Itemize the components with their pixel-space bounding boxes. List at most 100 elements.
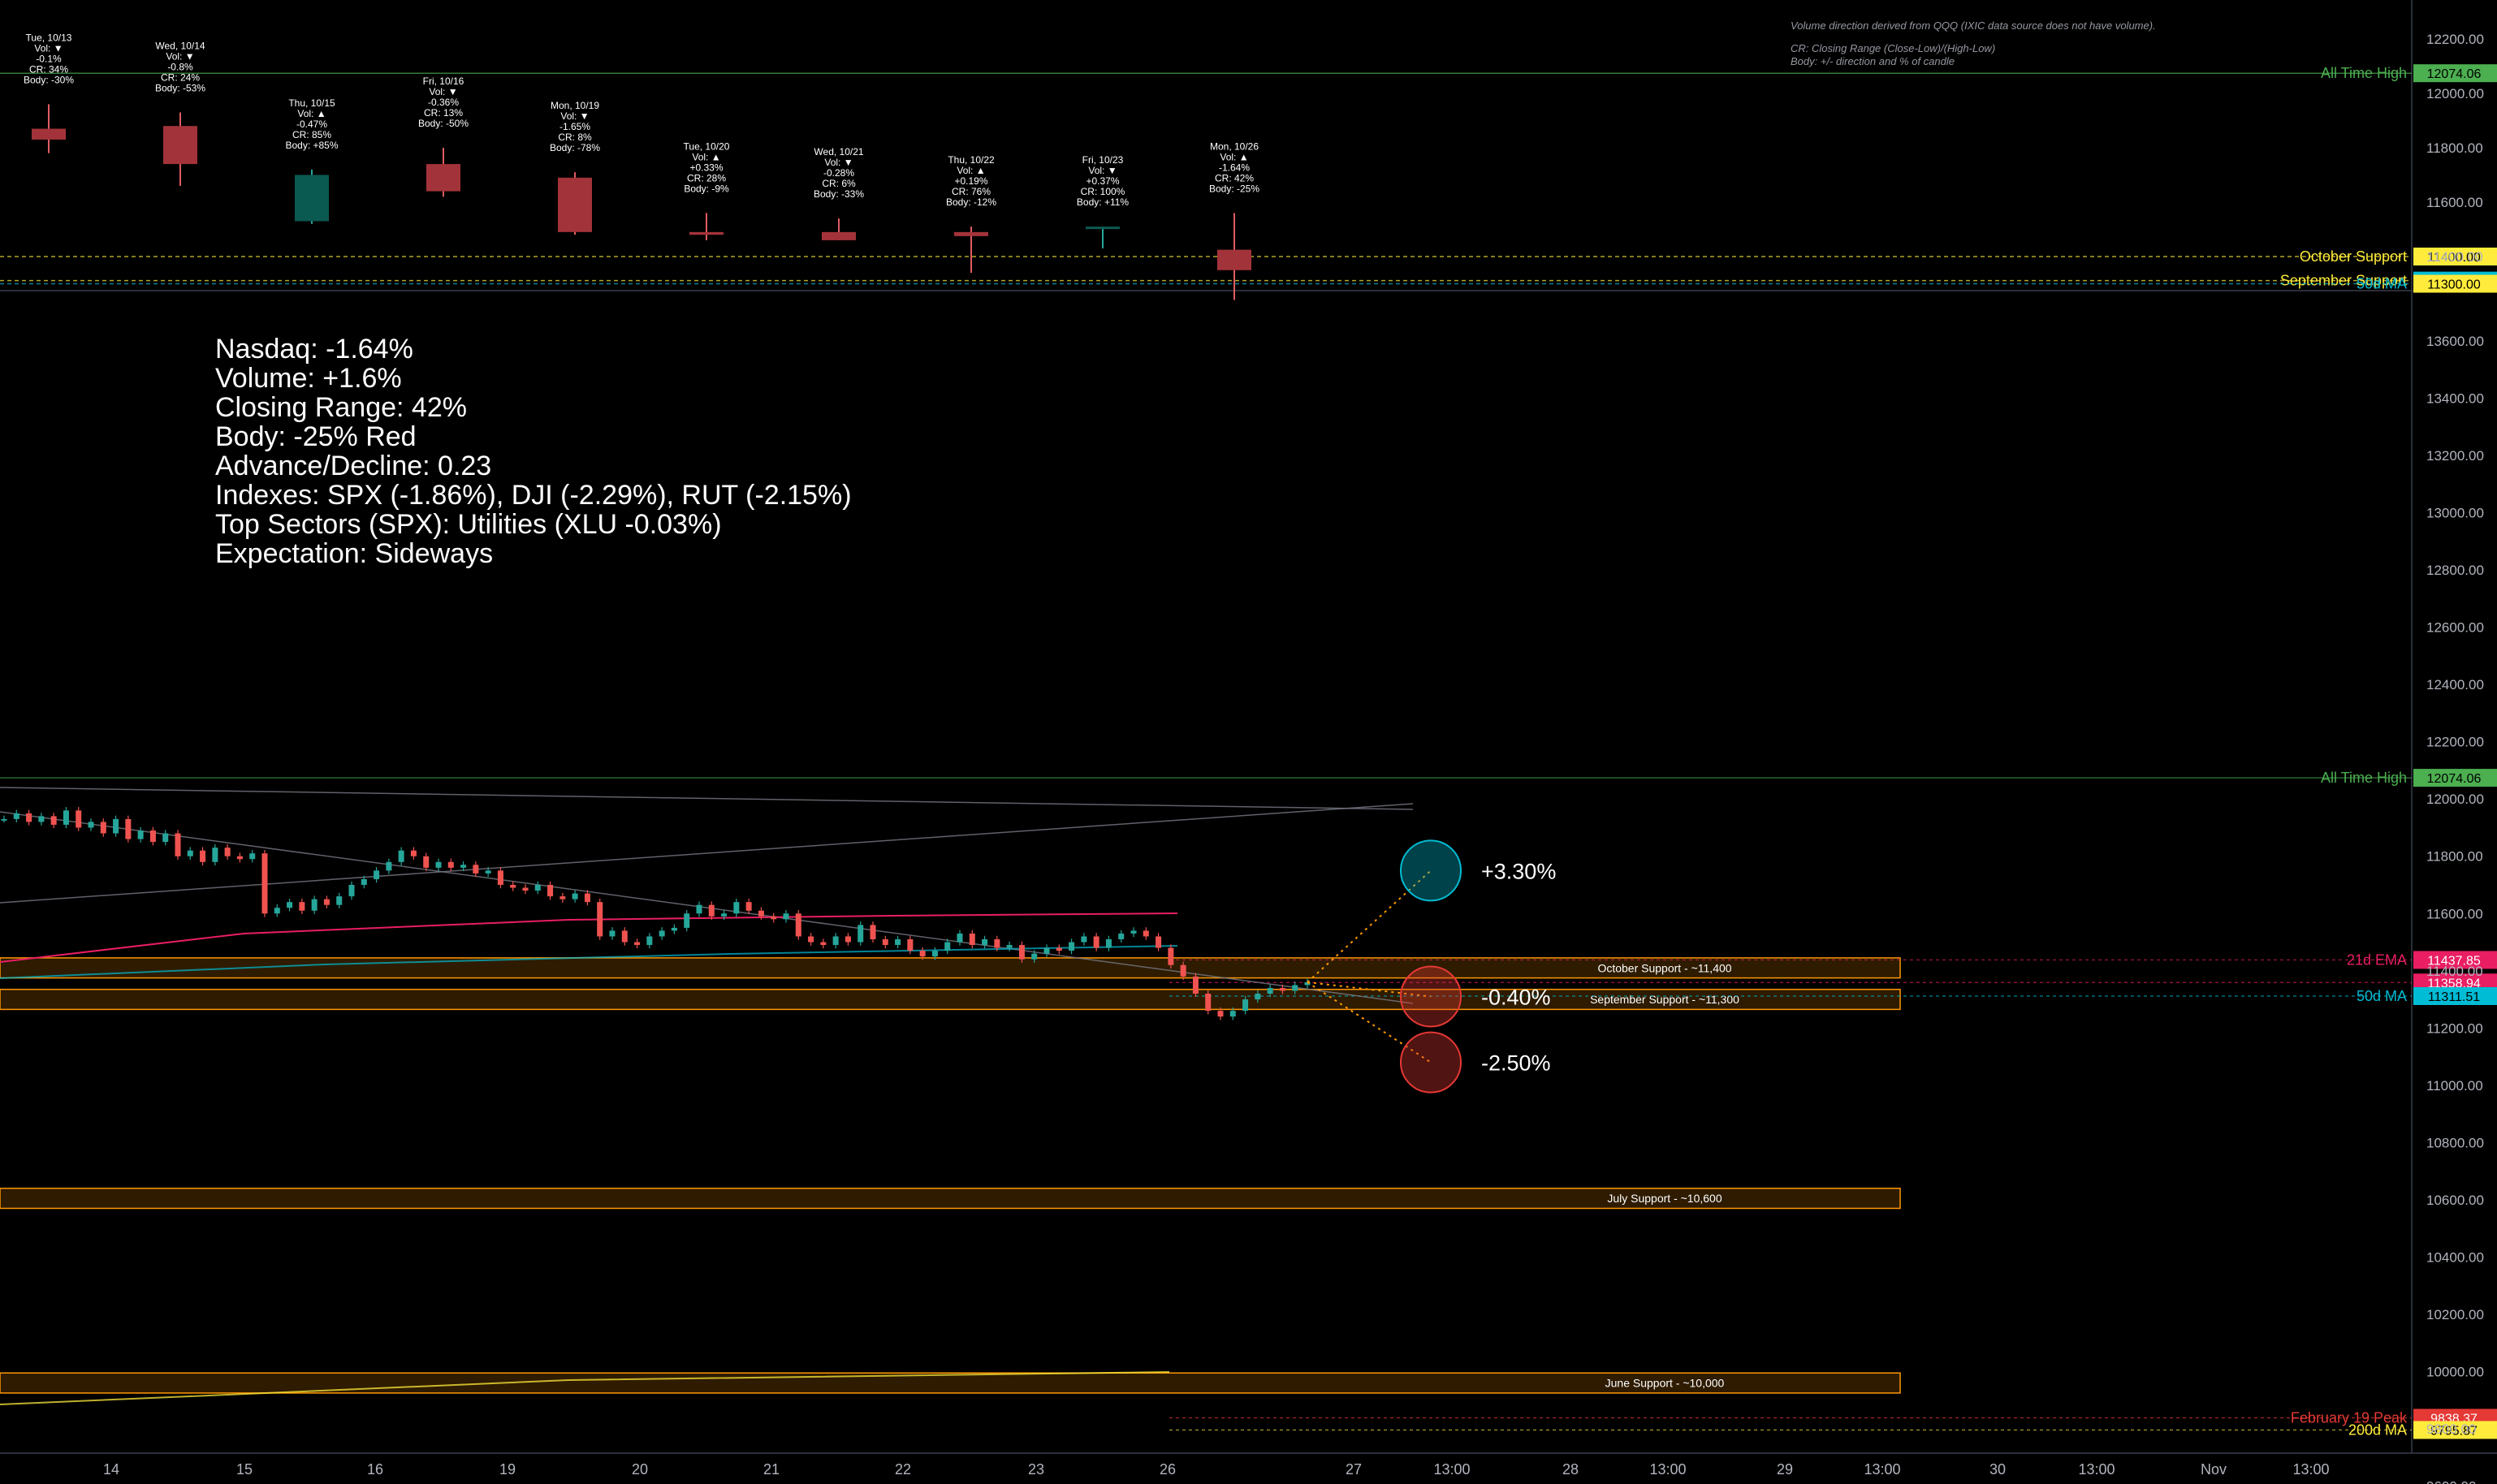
x-tick-label: 21: [763, 1461, 780, 1478]
intraday-candle: [1130, 930, 1137, 934]
candle-label: Thu, 10/22: [948, 154, 995, 166]
candle-label: Fri, 10/23: [1082, 154, 1124, 166]
intraday-candle: [547, 885, 554, 897]
intraday-candle: [621, 930, 628, 943]
level-label: 50d MA: [2357, 988, 2407, 1004]
x-tick-label: 29: [1777, 1461, 1793, 1478]
intraday-candle: [1081, 936, 1087, 943]
intraday-candle: [485, 870, 491, 874]
intraday-candle: [386, 861, 392, 871]
intraday-candle: [895, 939, 901, 946]
candle-label: Vol: ▼: [429, 86, 457, 97]
candle-label: +0.37%: [1086, 175, 1119, 187]
intraday-candle: [1043, 947, 1050, 954]
candle-label: Body: -50%: [418, 118, 469, 129]
y-tick-label: 12000.00: [2426, 792, 2484, 807]
intraday-candle: [907, 939, 914, 951]
intraday-candle: [609, 930, 616, 937]
candle-label: Fri, 10/16: [423, 75, 464, 87]
intraday-candle: [733, 902, 740, 914]
intraday-candle: [931, 951, 938, 957]
intraday-candle: [1118, 933, 1125, 939]
intraday-candle: [559, 896, 566, 899]
intraday-candle: [1056, 947, 1062, 951]
intraday-candle: [1279, 987, 1285, 991]
candle-label: Body: -12%: [946, 196, 996, 208]
candle-body: [558, 177, 592, 232]
intraday-candle: [1255, 994, 1261, 1000]
projection-target: [1400, 839, 1462, 902]
intraday-candle: [63, 810, 69, 825]
intraday-candle: [982, 939, 988, 946]
intraday-candle: [249, 853, 256, 860]
y-tick-label: 10200.00: [2426, 1307, 2484, 1322]
candle-label: CR: 100%: [1081, 186, 1125, 197]
intraday-candle: [1093, 936, 1099, 948]
intraday-candle: [336, 896, 343, 905]
intraday-candle: [261, 853, 268, 914]
intraday-candle: [845, 936, 851, 943]
chart-canvas: All Time High 12074.06 October Support 1140…: [0, 0, 2497, 1484]
candle-label: Tue, 10/20: [684, 140, 730, 152]
candle-label: Mon, 10/26: [1210, 140, 1259, 152]
y-tick-label: 12800.00: [2426, 563, 2484, 578]
intraday-candle: [808, 936, 814, 943]
intraday-candle: [398, 850, 404, 862]
candle-label: Vol: ▲: [297, 108, 326, 119]
candle-label: Vol: ▼: [166, 50, 194, 62]
intraday-candle: [1267, 987, 1273, 994]
candle-label: -0.36%: [428, 97, 459, 108]
intraday-candle: [447, 861, 454, 868]
intraday-candle: [919, 951, 926, 957]
intraday-candle: [684, 913, 690, 928]
candle-label: Tue, 10/13: [26, 32, 72, 43]
candle-label: CR: 42%: [1215, 172, 1254, 183]
intraday-candle: [1069, 942, 1075, 951]
intraday-candle: [820, 942, 827, 946]
candle-label: +0.33%: [689, 162, 723, 173]
intraday-candle: [38, 816, 45, 822]
candle-label: Body: +11%: [1077, 196, 1129, 208]
trend-line-channel: [0, 803, 1414, 904]
candle-label: -0.8%: [167, 61, 193, 72]
projection-label: -0.40%: [1481, 986, 1551, 1010]
level-label: All Time High: [2321, 65, 2407, 81]
candle-label: Body: -25%: [1209, 183, 1259, 194]
x-tick-label: 20: [632, 1461, 648, 1478]
x-tick-label: 16: [367, 1461, 383, 1478]
y-tick-label: 13000.00: [2426, 506, 2484, 521]
candle-label: Body: -30%: [24, 74, 74, 85]
price-tag-text: 11300.00: [2427, 278, 2481, 292]
candle-body: [1086, 226, 1120, 230]
intraday-candle: [175, 833, 181, 856]
intraday-candle: [832, 936, 839, 946]
intraday-candle: [410, 850, 417, 856]
x-tick-label: 13:00: [1649, 1461, 1686, 1478]
candle-label: CR: 34%: [29, 63, 68, 75]
summary-line: Closing Range: 42%: [215, 392, 467, 423]
x-tick-label: 13:00: [2292, 1461, 2329, 1478]
note-line: Volume direction derived from QQQ (IXIC …: [1791, 19, 2156, 32]
y-tick-label: 12600.00: [2426, 620, 2484, 636]
candle-label: Wed, 10/21: [814, 146, 863, 157]
intraday-candle: [1180, 964, 1186, 977]
support-zone-label: September Support - ~11,300: [1590, 993, 1739, 1006]
intraday-candle: [1192, 976, 1199, 994]
candle-label: Mon, 10/19: [551, 100, 599, 111]
x-tick-label: 15: [236, 1461, 253, 1478]
support-zone-label: July Support - ~10,600: [1607, 1192, 1722, 1205]
intraday-candle: [212, 848, 218, 862]
intraday-candle: [783, 913, 789, 920]
candle-label: -1.65%: [559, 121, 590, 132]
intraday-candle: [125, 818, 132, 839]
candle-label: Vol: ▼: [1088, 165, 1117, 176]
intraday-candle: [572, 893, 578, 899]
note-line: CR: Closing Range (Close-Low)/(High-Low): [1791, 42, 1996, 54]
x-tick-label: 26: [1160, 1461, 1176, 1478]
intraday-candle: [584, 893, 590, 903]
candle-label: Body: -33%: [814, 188, 864, 200]
summary-block: Nasdaq: -1.64% Volume: +1.6% Closing Ran…: [215, 334, 852, 568]
candle-label: +0.19%: [954, 175, 987, 187]
candle-label: Body: -9%: [684, 183, 729, 194]
candle-label: -1.64%: [1219, 162, 1250, 173]
